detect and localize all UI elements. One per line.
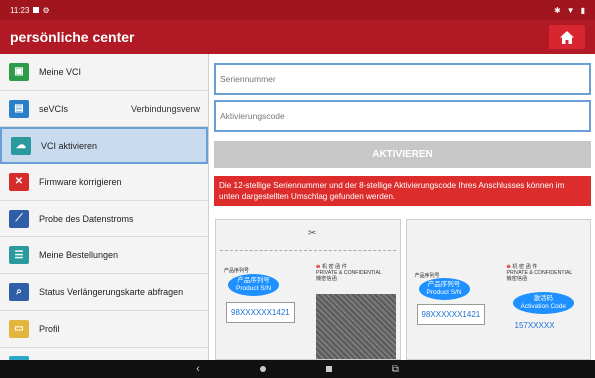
- sidebar-item-label: Profil: [39, 323, 60, 334]
- envelope-illustrations: ✂ 产品序列号 产品序列号 Product S/N 98XXXXXX1421 ⊖…: [215, 219, 591, 360]
- sn-caption: 产品序列号: [224, 268, 250, 274]
- device-icon: ▤: [9, 99, 29, 118]
- sidebar-item-label: Meine Bestellungen: [39, 250, 119, 261]
- serial-number-field[interactable]: Seriennummer: [214, 63, 591, 95]
- sidebar-item-partial[interactable]: [0, 348, 208, 360]
- sidebar-item-label: VCI aktivieren: [41, 140, 98, 151]
- sidebar-item-bestellungen[interactable]: ☰ Meine Bestellungen: [0, 237, 208, 275]
- sidebar-item-profil[interactable]: ▭ Profil: [0, 311, 208, 348]
- info-notice: Die 12-stellige Seriennummer und der 8-s…: [214, 176, 591, 206]
- sidebar-item-label: Probe des Datenstroms: [39, 213, 134, 224]
- sidebar: ▣ Meine VCI ▤ seVCIs Verbindungsverw ☁ V…: [0, 54, 209, 360]
- serial-number-box: 98XXXXXX1421: [416, 304, 486, 325]
- recents-icon[interactable]: [325, 366, 332, 372]
- profile-icon: ▭: [9, 319, 29, 338]
- page-title: persönliche center: [10, 29, 135, 45]
- battery-icon: ▮: [580, 5, 585, 15]
- sidebar-item-status-karte[interactable]: ⌕ Status Verlängerungskarte abfragen: [0, 274, 208, 311]
- activation-form: Seriennummer Aktivierungscode AKTIVIEREN…: [214, 63, 591, 206]
- screenshot-icon[interactable]: ⧉: [392, 364, 399, 375]
- sidebar-item-sublabel: Verbindungsverw: [130, 103, 200, 114]
- wifi-icon: ▼: [566, 5, 575, 15]
- activate-button[interactable]: AKTIVIEREN: [214, 141, 591, 168]
- status-bar: 11:23 ⚙ ✱ ▼ ▮: [0, 0, 595, 20]
- confidential-seal: ⊖ 机 密 函 件 PRIVATE & CONFIDENTIAL 機密信函: [316, 264, 382, 282]
- tools-icon: ✕: [9, 172, 29, 191]
- activation-code-value: 157XXXXX: [514, 321, 555, 330]
- home-button[interactable]: [549, 25, 585, 49]
- app-header: persönliche center: [0, 20, 595, 54]
- settings-status-icon: ⚙: [42, 5, 50, 15]
- product-sn-bubble: 产品序列号 Product S/N: [228, 274, 280, 296]
- cut-line: [220, 250, 396, 251]
- product-sn-bubble: 产品序列号 Product S/N: [418, 278, 470, 300]
- sidebar-item-label: Meine VCI: [39, 66, 82, 77]
- activation-code-field[interactable]: Aktivierungscode: [214, 100, 591, 132]
- sidebar-item-meine-vci[interactable]: ▣ Meine VCI: [0, 54, 208, 91]
- activation-code-bubble: 激活码 Activation Code: [512, 292, 575, 314]
- home-nav-icon[interactable]: [259, 366, 266, 372]
- app-screen: 11:23 ⚙ ✱ ▼ ▮ persönliche center ▣ Meine…: [0, 0, 595, 378]
- scratch-area: [316, 294, 396, 359]
- sidebar-item-firmware[interactable]: ✕ Firmware korrigieren: [0, 164, 208, 201]
- sidebar-item-label: Firmware korrigieren: [39, 176, 122, 187]
- scissors-icon: ✂: [308, 228, 317, 239]
- sidebar-item-label: seVCIs: [39, 103, 69, 114]
- vci-icon: ▣: [9, 62, 29, 81]
- status-time: 11:23: [10, 5, 30, 15]
- cloud-icon: ☁: [11, 136, 31, 155]
- orders-icon: ☰: [9, 246, 29, 265]
- envelope-card-front: ✂ 产品序列号 产品序列号 Product S/N 98XXXXXX1421 ⊖…: [215, 219, 401, 360]
- confidential-seal: ⊖ 机 密 函 件 PRIVATE & CONFIDENTIAL 機密信函: [506, 264, 573, 282]
- system-nav-bar: ‹ ⧉: [0, 360, 595, 378]
- sidebar-item-sevcis[interactable]: ▤ seVCIs Verbindungsverw: [0, 91, 208, 128]
- serial-number-box: 98XXXXXX1421: [226, 302, 295, 323]
- bluetooth-icon: ✱: [553, 5, 561, 15]
- home-icon: [560, 30, 574, 44]
- sidebar-item-vci-aktivieren[interactable]: ☁ VCI aktivieren: [0, 127, 208, 165]
- back-icon[interactable]: ‹: [196, 363, 200, 375]
- envelope-card-back: 产品序列号 产品序列号 Product S/N 98XXXXXX1421 ⊖ 机…: [405, 219, 591, 360]
- sidebar-item-datenstrom[interactable]: ⟋ Probe des Datenstroms: [0, 201, 208, 238]
- chart-icon: ⟋: [9, 209, 29, 228]
- notification-icon: [33, 7, 40, 13]
- search-icon: ⌕: [9, 282, 29, 301]
- sidebar-item-label: Status Verlängerungskarte abfragen: [39, 286, 184, 297]
